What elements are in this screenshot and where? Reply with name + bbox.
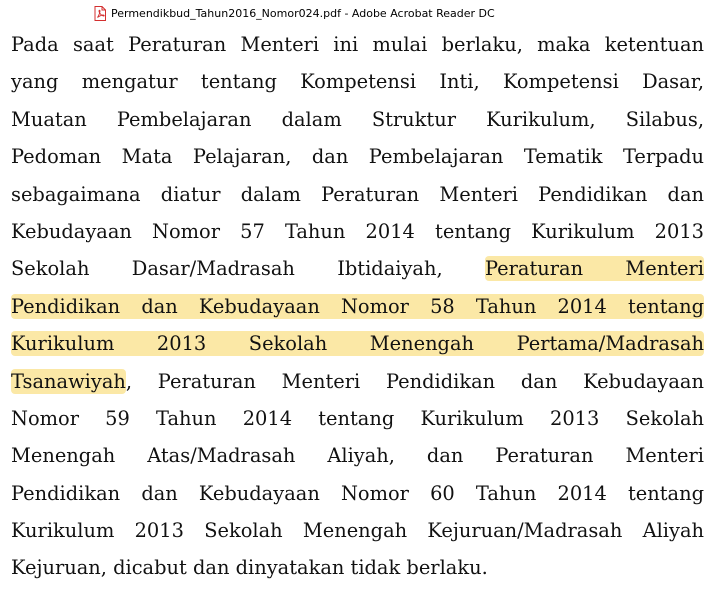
highlighted-text: Kurikulum 2013 Sekolah Menengah Pertama/… [11, 331, 704, 357]
document-line: Nomor 59 Tahun 2014 tentang Kurikulum 20… [11, 400, 704, 437]
body-text: Pada saat Peraturan Menteri ini mulai be… [11, 33, 704, 56]
pdf-file-icon [94, 6, 106, 21]
window-titlebar[interactable]: Permendikbud_Tahun2016_Nomor024.pdf - Ad… [0, 0, 721, 26]
body-text: Kebudayaan Nomor 57 Tahun 2014 tentang K… [11, 219, 704, 243]
document-line: Tsanawiyah, Peraturan Menteri Pendidikan… [11, 363, 704, 400]
document-line: Kurikulum 2013 Sekolah Menengah Pertama/… [11, 325, 704, 362]
document-line: Muatan Pembelajaran dalam Struktur Kurik… [11, 101, 704, 138]
body-text: Kurikulum 2013 Sekolah Menengah Kejuruan… [11, 519, 704, 543]
body-text: Kejuruan, dicabut dan dinyatakan tidak b… [11, 556, 488, 580]
document-line: Pendidikan dan Kebudayaan Nomor 60 Tahun… [11, 475, 704, 512]
body-text: Muatan Pembelajaran dalam Struktur Kurik… [11, 107, 704, 131]
highlighted-text: Tsanawiyah [11, 368, 126, 394]
highlighted-text: Peraturan Menteri [485, 256, 704, 282]
document-line: Pedoman Mata Pelajaran, dan Pembelajaran… [11, 138, 704, 175]
document-line: Menengah Atas/Madrasah Aliyah, dan Perat… [11, 437, 704, 474]
document-line: sebagaimana diatur dalam Peraturan Mente… [11, 176, 704, 213]
document-line: Kurikulum 2013 Sekolah Menengah Kejuruan… [11, 512, 704, 549]
document-line: Sekolah Dasar/Madrasah Ibtidaiyah, Perat… [11, 250, 704, 287]
window-title: Permendikbud_Tahun2016_Nomor024.pdf - Ad… [111, 7, 495, 20]
document-line: Kejuruan, dicabut dan dinyatakan tidak b… [11, 549, 704, 586]
document-line: Pada saat Peraturan Menteri ini mulai be… [11, 26, 704, 63]
body-text: Sekolah Dasar/Madrasah Ibtidaiyah, [11, 257, 485, 281]
body-text: Nomor 59 Tahun 2014 tentang Kurikulum 20… [11, 406, 704, 430]
document-line: Kebudayaan Nomor 57 Tahun 2014 tentang K… [11, 213, 704, 250]
body-text: sebagaimana diatur dalam Peraturan Mente… [11, 182, 704, 206]
body-text: Pedoman Mata Pelajaran, dan Pembelajaran… [11, 145, 704, 169]
body-text: Pendidikan dan Kebudayaan Nomor 60 Tahun… [11, 481, 704, 505]
highlighted-text: Pendidikan dan Kebudayaan Nomor 58 Tahun… [11, 293, 704, 319]
body-text: Menengah Atas/Madrasah Aliyah, dan Perat… [11, 444, 704, 468]
document-line: yang mengatur tentang Kompetensi Inti, K… [11, 63, 704, 100]
document-line: Pendidikan dan Kebudayaan Nomor 58 Tahun… [11, 288, 704, 325]
body-text: , Peraturan Menteri Pendidikan dan Kebud… [125, 369, 704, 393]
body-text: yang mengatur tentang Kompetensi Inti, K… [11, 70, 704, 94]
pdf-page-content[interactable]: Pada saat Peraturan Menteri ini mulai be… [11, 26, 704, 587]
